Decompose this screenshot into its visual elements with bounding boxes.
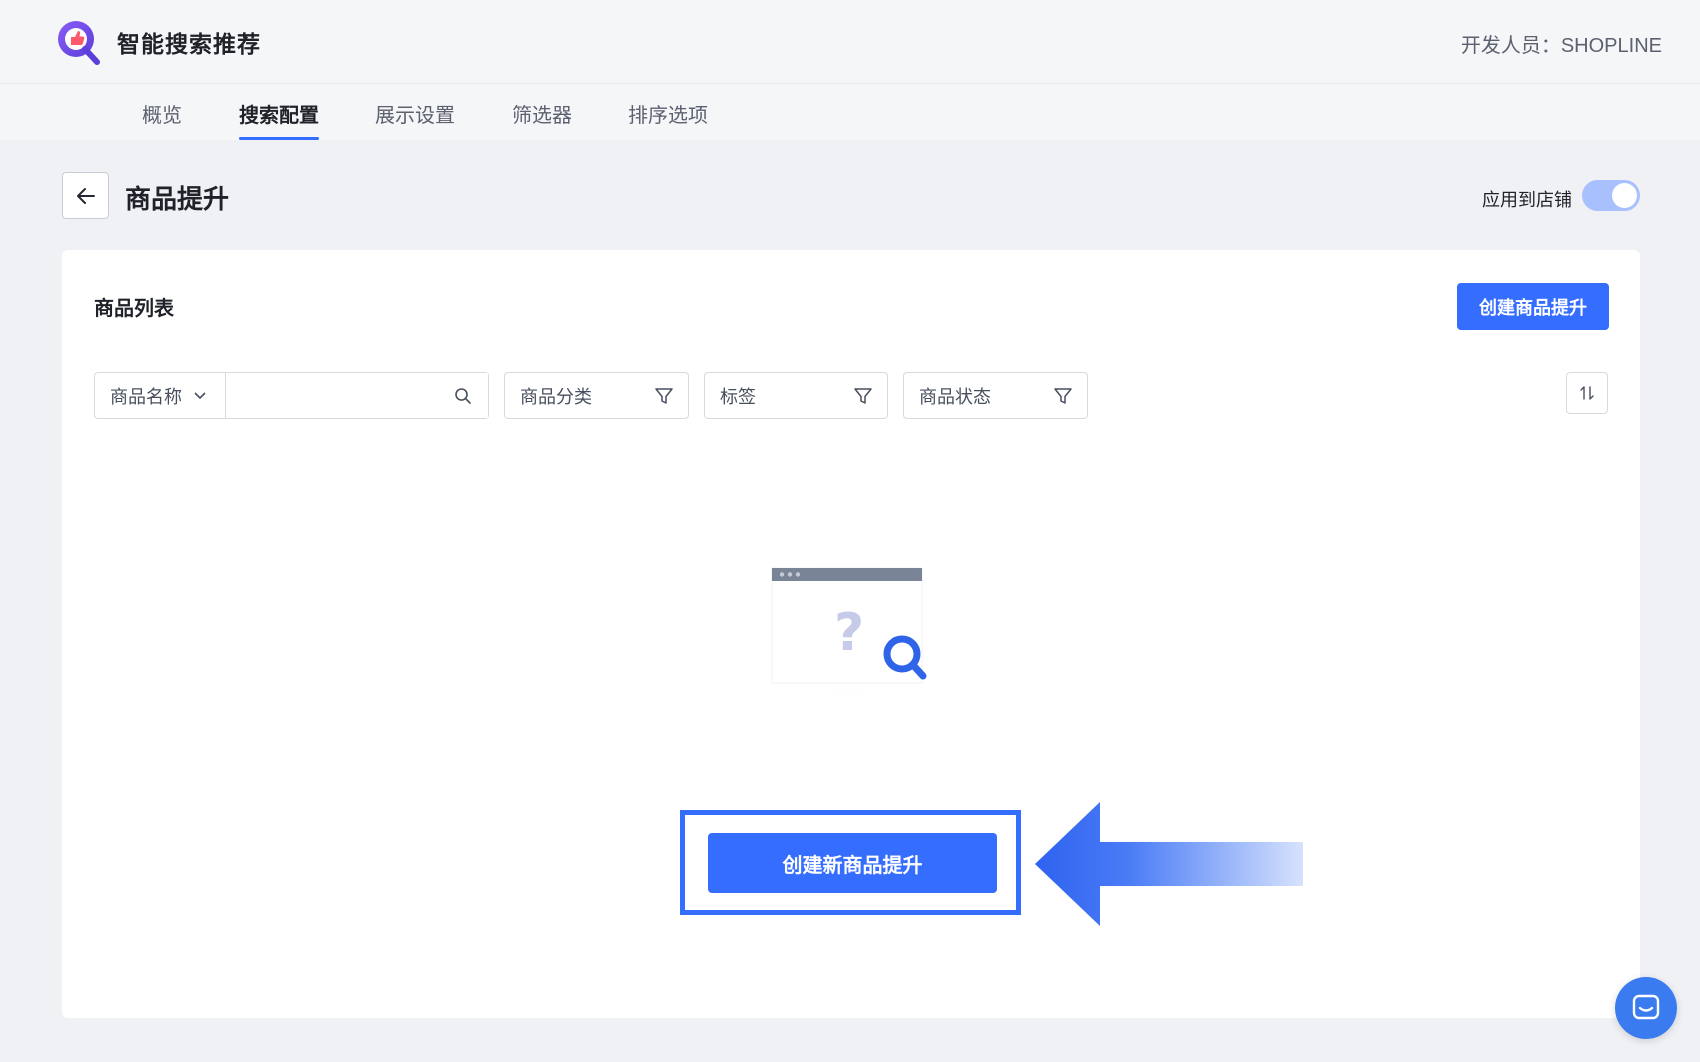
tab-sort-options[interactable]: 排序选项: [628, 99, 708, 140]
name-field-select[interactable]: 商品名称: [95, 373, 226, 418]
chevron-down-icon: [194, 391, 206, 399]
tab-display-settings[interactable]: 展示设置: [375, 99, 455, 140]
create-new-boost-button[interactable]: 创建新商品提升: [708, 833, 997, 893]
category-filter[interactable]: 商品分类: [504, 372, 689, 419]
tab-overview[interactable]: 概览: [142, 99, 182, 140]
product-list-card: 商品列表 创建商品提升 商品名称 商品分类 标签 商品状态 ? 创建新商品提升: [62, 250, 1640, 1018]
card-title: 商品列表: [94, 298, 174, 320]
developer-label: 开发人员：SHOPLINE: [1460, 35, 1662, 57]
filter-icon: [854, 388, 872, 404]
apply-to-store-toggle[interactable]: [1582, 180, 1640, 211]
back-button[interactable]: [62, 172, 109, 219]
apply-to-store-label: 应用到店铺: [1482, 190, 1572, 210]
app-logo-icon: [58, 21, 100, 65]
page-header: 商品提升 应用到店铺: [0, 140, 1700, 250]
back-arrow-icon: [76, 187, 95, 204]
tags-filter-label: 标签: [720, 386, 756, 407]
filter-bar: 商品名称 商品分类 标签 商品状态: [94, 372, 1608, 419]
search-icon[interactable]: [454, 387, 472, 405]
empty-state-illustration: ?: [762, 555, 932, 700]
search-input[interactable]: [226, 373, 488, 418]
sort-icon: [1580, 386, 1594, 400]
page-title: 商品提升: [125, 184, 230, 214]
filter-icon: [655, 388, 673, 404]
tab-search-config[interactable]: 搜索配置: [239, 99, 319, 140]
app-name: 智能搜索推荐: [117, 31, 261, 57]
toggle-knob: [1612, 183, 1637, 208]
name-search-group: 商品名称: [94, 372, 489, 419]
tab-filters[interactable]: 筛选器: [512, 99, 572, 140]
category-filter-label: 商品分类: [520, 386, 592, 407]
status-filter[interactable]: 商品状态: [903, 372, 1088, 419]
chat-button[interactable]: [1615, 977, 1677, 1039]
create-boost-button[interactable]: 创建商品提升: [1457, 283, 1609, 330]
pointer-arrow-icon: [1035, 802, 1303, 926]
sort-button[interactable]: [1566, 372, 1608, 414]
tags-filter[interactable]: 标签: [704, 372, 888, 419]
nav-tabs: 概览 搜索配置 展示设置 筛选器 排序选项: [0, 84, 1700, 140]
svg-text:?: ?: [834, 603, 864, 663]
top-bar: 智能搜索推荐 开发人员：SHOPLINE: [0, 0, 1700, 84]
filter-icon: [1054, 388, 1072, 404]
chat-icon: [1632, 994, 1660, 1020]
name-select-label: 商品名称: [110, 386, 182, 407]
status-filter-label: 商品状态: [919, 386, 991, 407]
